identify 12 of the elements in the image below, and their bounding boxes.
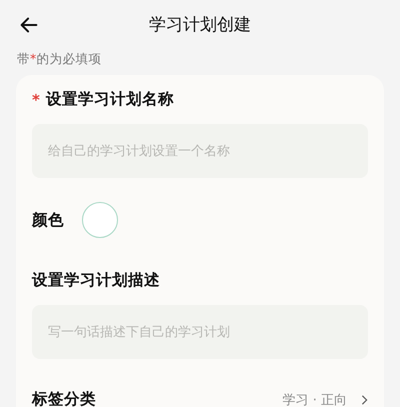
tag-value[interactable]: 学习 · 正向 xyxy=(282,390,347,407)
field-label: 设置学习计划描述 xyxy=(32,270,160,291)
input-field[interactable]: 给自己的学习计划设置一个名称 xyxy=(32,124,368,178)
chevron-icon xyxy=(361,394,368,406)
required-note: 带*的为必填项 xyxy=(17,51,102,68)
field-label: 颜色 xyxy=(32,210,64,230)
page-title: 学习计划创建 xyxy=(149,14,251,36)
field-label: 设置学习计划名称 xyxy=(46,89,174,110)
required-mark: * xyxy=(32,90,40,108)
input-field[interactable]: 写一句话描述下自己的学习计划 xyxy=(32,305,368,359)
color-picker[interactable] xyxy=(82,202,118,238)
field-label: 标签分类 xyxy=(32,389,97,407)
